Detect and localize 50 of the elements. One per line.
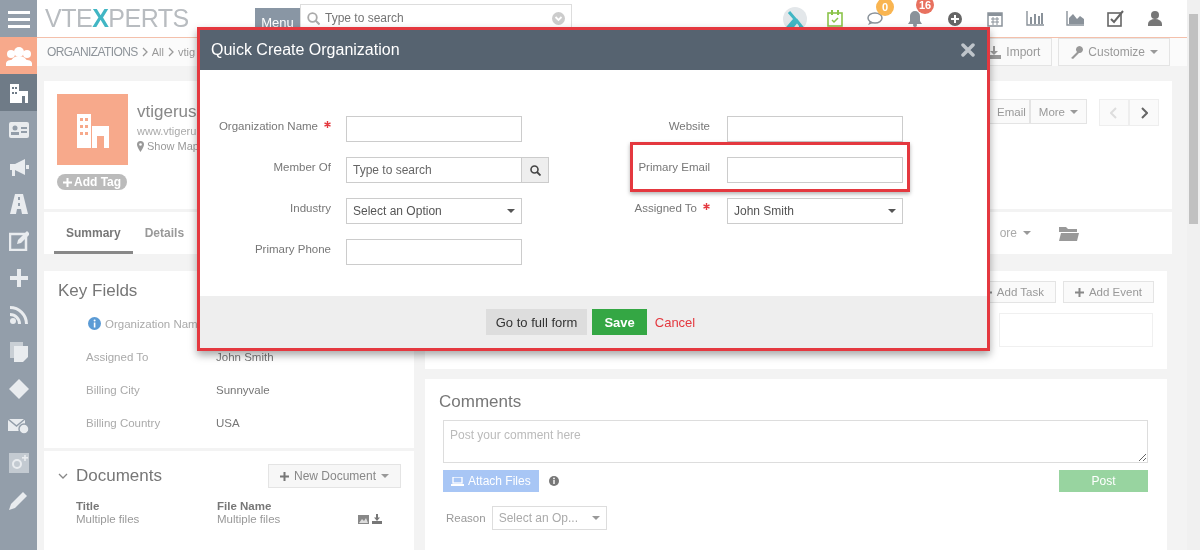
tab[interactable]: Summary xyxy=(54,212,133,254)
logo[interactable]: VTEXPERTS xyxy=(37,4,255,33)
more-tab[interactable]: ore xyxy=(999,226,1031,240)
field-label: Assigned To xyxy=(86,350,149,363)
notification-count: 0 xyxy=(876,0,894,16)
post-button[interactable]: Post xyxy=(1059,470,1148,492)
field-label: Assigned To xyxy=(560,198,710,214)
table-cell-text: Multiple files xyxy=(217,513,282,525)
dialog-title: Quick Create Organization xyxy=(211,41,400,59)
field-value: Sunnyvale xyxy=(216,383,270,396)
field-label: Billing Country xyxy=(86,416,161,429)
panel-title: Key Fields xyxy=(58,281,139,301)
breadcrumb-link[interactable]: vtig xyxy=(177,46,195,58)
add-event-button[interactable]: Add Event xyxy=(1062,281,1154,303)
field-label: Website xyxy=(667,119,710,132)
breadcrumb-link[interactable]: All xyxy=(151,46,164,58)
reason-select[interactable]: Select an Op... xyxy=(491,506,607,530)
panel-title: Documents xyxy=(76,466,162,486)
field-label: Organization Name xyxy=(200,116,333,132)
field-label: Organization Nam xyxy=(105,317,198,330)
comment-field[interactable]: Post your comment here xyxy=(443,420,1148,463)
tab[interactable]: Details xyxy=(132,212,197,254)
field-value: John Smith xyxy=(216,350,274,363)
more-button[interactable]: More xyxy=(1029,99,1087,124)
field-label: Primary Email xyxy=(637,160,710,173)
save-button[interactable]: Save xyxy=(592,309,647,335)
select-field[interactable]: John Smith xyxy=(727,198,903,224)
field-label: Member Of xyxy=(272,160,332,173)
new-document-button[interactable]: New Document xyxy=(267,464,401,488)
field-label: Reason xyxy=(446,512,486,524)
table-cell-text: Multiple files xyxy=(76,513,141,525)
field-label: Billing City xyxy=(86,383,140,396)
customize-button[interactable]: Customize xyxy=(1058,38,1170,66)
column-header: Title xyxy=(76,500,101,512)
lookup-field[interactable]: Type to search xyxy=(346,157,522,183)
field-label: Industry xyxy=(289,201,332,214)
select-field[interactable]: Select an Option xyxy=(346,198,522,224)
column-header: File Name xyxy=(217,500,273,512)
full-form-button[interactable]: Go to full form xyxy=(485,309,588,335)
record-name: vtigerus xyxy=(137,102,198,122)
website-link[interactable]: www.vtigeru xyxy=(137,125,199,137)
panel-title: Comments xyxy=(439,392,523,412)
field-value: USA xyxy=(216,416,240,429)
attach-files-button[interactable]: Attach Files xyxy=(443,470,539,492)
breadcrumb-link[interactable]: ORGANIZATIONS xyxy=(47,45,138,59)
notification-count: 16 xyxy=(916,0,934,14)
add-tag-button[interactable]: Add Tag xyxy=(57,174,128,190)
field-label: Primary Phone xyxy=(253,242,332,255)
email-button[interactable]: Email xyxy=(988,99,1030,124)
cancel-link[interactable]: Cancel xyxy=(654,314,696,330)
